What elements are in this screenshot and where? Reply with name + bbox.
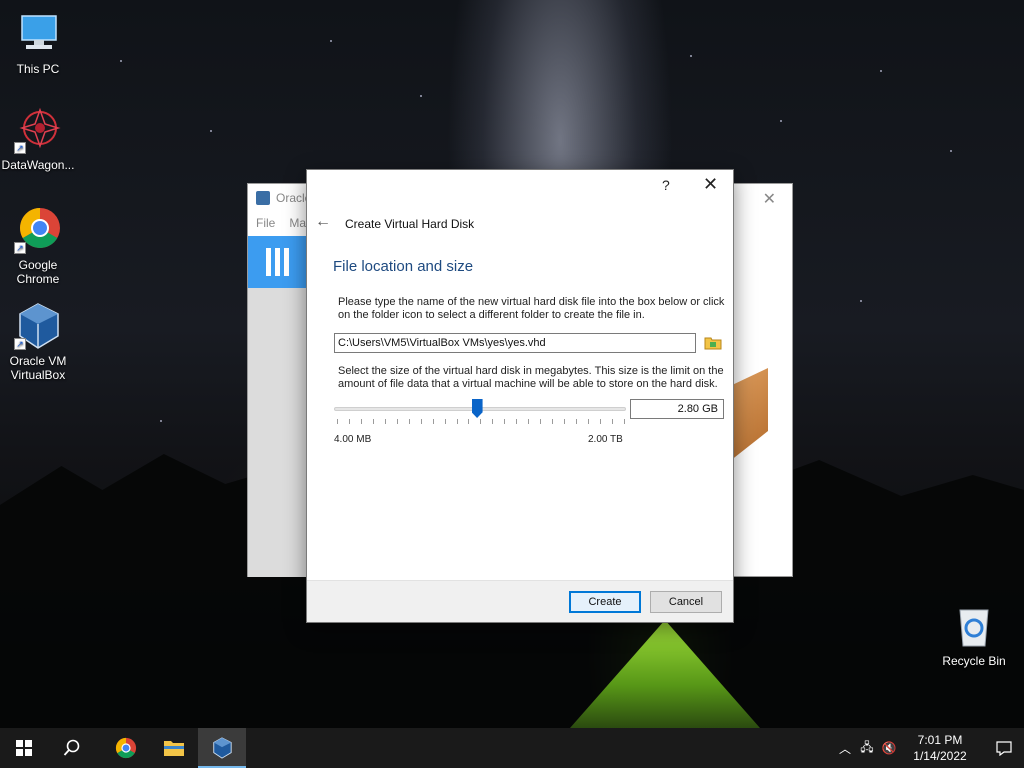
network-icon[interactable]: 🖧: [856, 738, 878, 759]
file-location-input[interactable]: [334, 333, 696, 353]
chevron-up-icon[interactable]: ︿: [834, 740, 856, 757]
desktop-icon-google-chrome[interactable]: ↗ Google Chrome: [0, 206, 76, 286]
clock-time: 7:01 PM: [917, 733, 963, 747]
tools-icon: [266, 248, 289, 276]
dialog-title: Create Virtual Hard Disk: [345, 217, 475, 231]
desktop-icon-recycle-bin[interactable]: Recycle Bin: [936, 602, 1012, 668]
dialog-footer: Create Cancel: [307, 580, 733, 622]
folder-icon: [164, 741, 184, 756]
help-button[interactable]: ?: [662, 177, 670, 193]
menu-machine[interactable]: Ma: [289, 216, 306, 230]
desktop-icon-label: Oracle VM VirtualBox: [9, 354, 67, 382]
virtualbox-icon: [213, 737, 232, 759]
taskbar: ︿ 🖧 🔇 7:01 PM 1/14/2022: [0, 728, 1024, 768]
start-button[interactable]: [0, 728, 48, 768]
notifications-button[interactable]: [984, 728, 1024, 768]
size-description: Select the size of the virtual hard disk…: [338, 365, 724, 390]
clock[interactable]: 7:01 PM 1/14/2022: [906, 732, 974, 764]
folder-icon[interactable]: [704, 334, 722, 351]
desktop-icon-this-pc[interactable]: This PC: [0, 10, 76, 76]
shortcut-arrow-icon: ↗: [14, 338, 26, 350]
clock-date: 1/14/2022: [913, 749, 967, 763]
recycle-bin-icon: [950, 602, 998, 650]
search-button[interactable]: [48, 728, 96, 768]
chrome-icon: [115, 737, 137, 759]
taskbar-file-explorer[interactable]: [150, 728, 198, 768]
size-slider-handle[interactable]: [471, 399, 483, 418]
create-button[interactable]: Create: [569, 591, 641, 613]
machine-list: [248, 288, 306, 577]
datawagon-icon: ↗: [14, 106, 62, 154]
chrome-icon: ↗: [14, 206, 62, 254]
cancel-button[interactable]: Cancel: [650, 591, 722, 613]
location-description: Please type the name of the new virtual …: [338, 296, 725, 321]
virtualbox-logo-icon: [256, 191, 270, 205]
range-max-label: 2.00 TB: [588, 434, 623, 445]
shortcut-arrow-icon: ↗: [14, 242, 26, 254]
desktop-icon-label: Google Chrome: [16, 258, 60, 286]
create-virtual-hard-disk-dialog: ? ✕ ← Create Virtual Hard Disk File loca…: [306, 169, 734, 623]
notification-icon: [996, 741, 1012, 756]
desktop-icon-datawagon[interactable]: ↗ DataWagon...: [0, 106, 76, 172]
menu-file[interactable]: File: [256, 216, 275, 230]
back-arrow-icon[interactable]: ←: [315, 213, 331, 231]
toolbox-illustration: [730, 368, 768, 458]
virtualbox-icon: ↗: [14, 302, 62, 350]
taskbar-chrome[interactable]: [102, 728, 150, 768]
size-input[interactable]: [630, 399, 724, 419]
desktop-icon-label: DataWagon...: [1, 158, 75, 172]
slider-ticks: [337, 419, 625, 424]
close-button[interactable]: ✕: [703, 174, 718, 195]
shortcut-arrow-icon: ↗: [14, 142, 26, 154]
page-heading: File location and size: [333, 258, 474, 275]
search-icon: [63, 739, 80, 756]
tools-button[interactable]: [248, 236, 306, 288]
computer-icon: [14, 10, 62, 58]
desktop-icon-label: Recycle Bin: [942, 654, 1006, 668]
range-min-label: 4.00 MB: [334, 434, 372, 445]
desktop-icon-virtualbox[interactable]: ↗ Oracle VM VirtualBox: [0, 302, 76, 382]
desktop-icon-label: This PC: [16, 62, 60, 76]
volume-muted-icon[interactable]: 🔇: [878, 741, 900, 755]
taskbar-virtualbox[interactable]: [198, 728, 246, 768]
system-tray: ︿ 🖧 🔇 7:01 PM 1/14/2022: [834, 728, 1024, 768]
windows-logo-icon: [16, 740, 32, 756]
close-icon[interactable]: ✕: [763, 189, 776, 209]
